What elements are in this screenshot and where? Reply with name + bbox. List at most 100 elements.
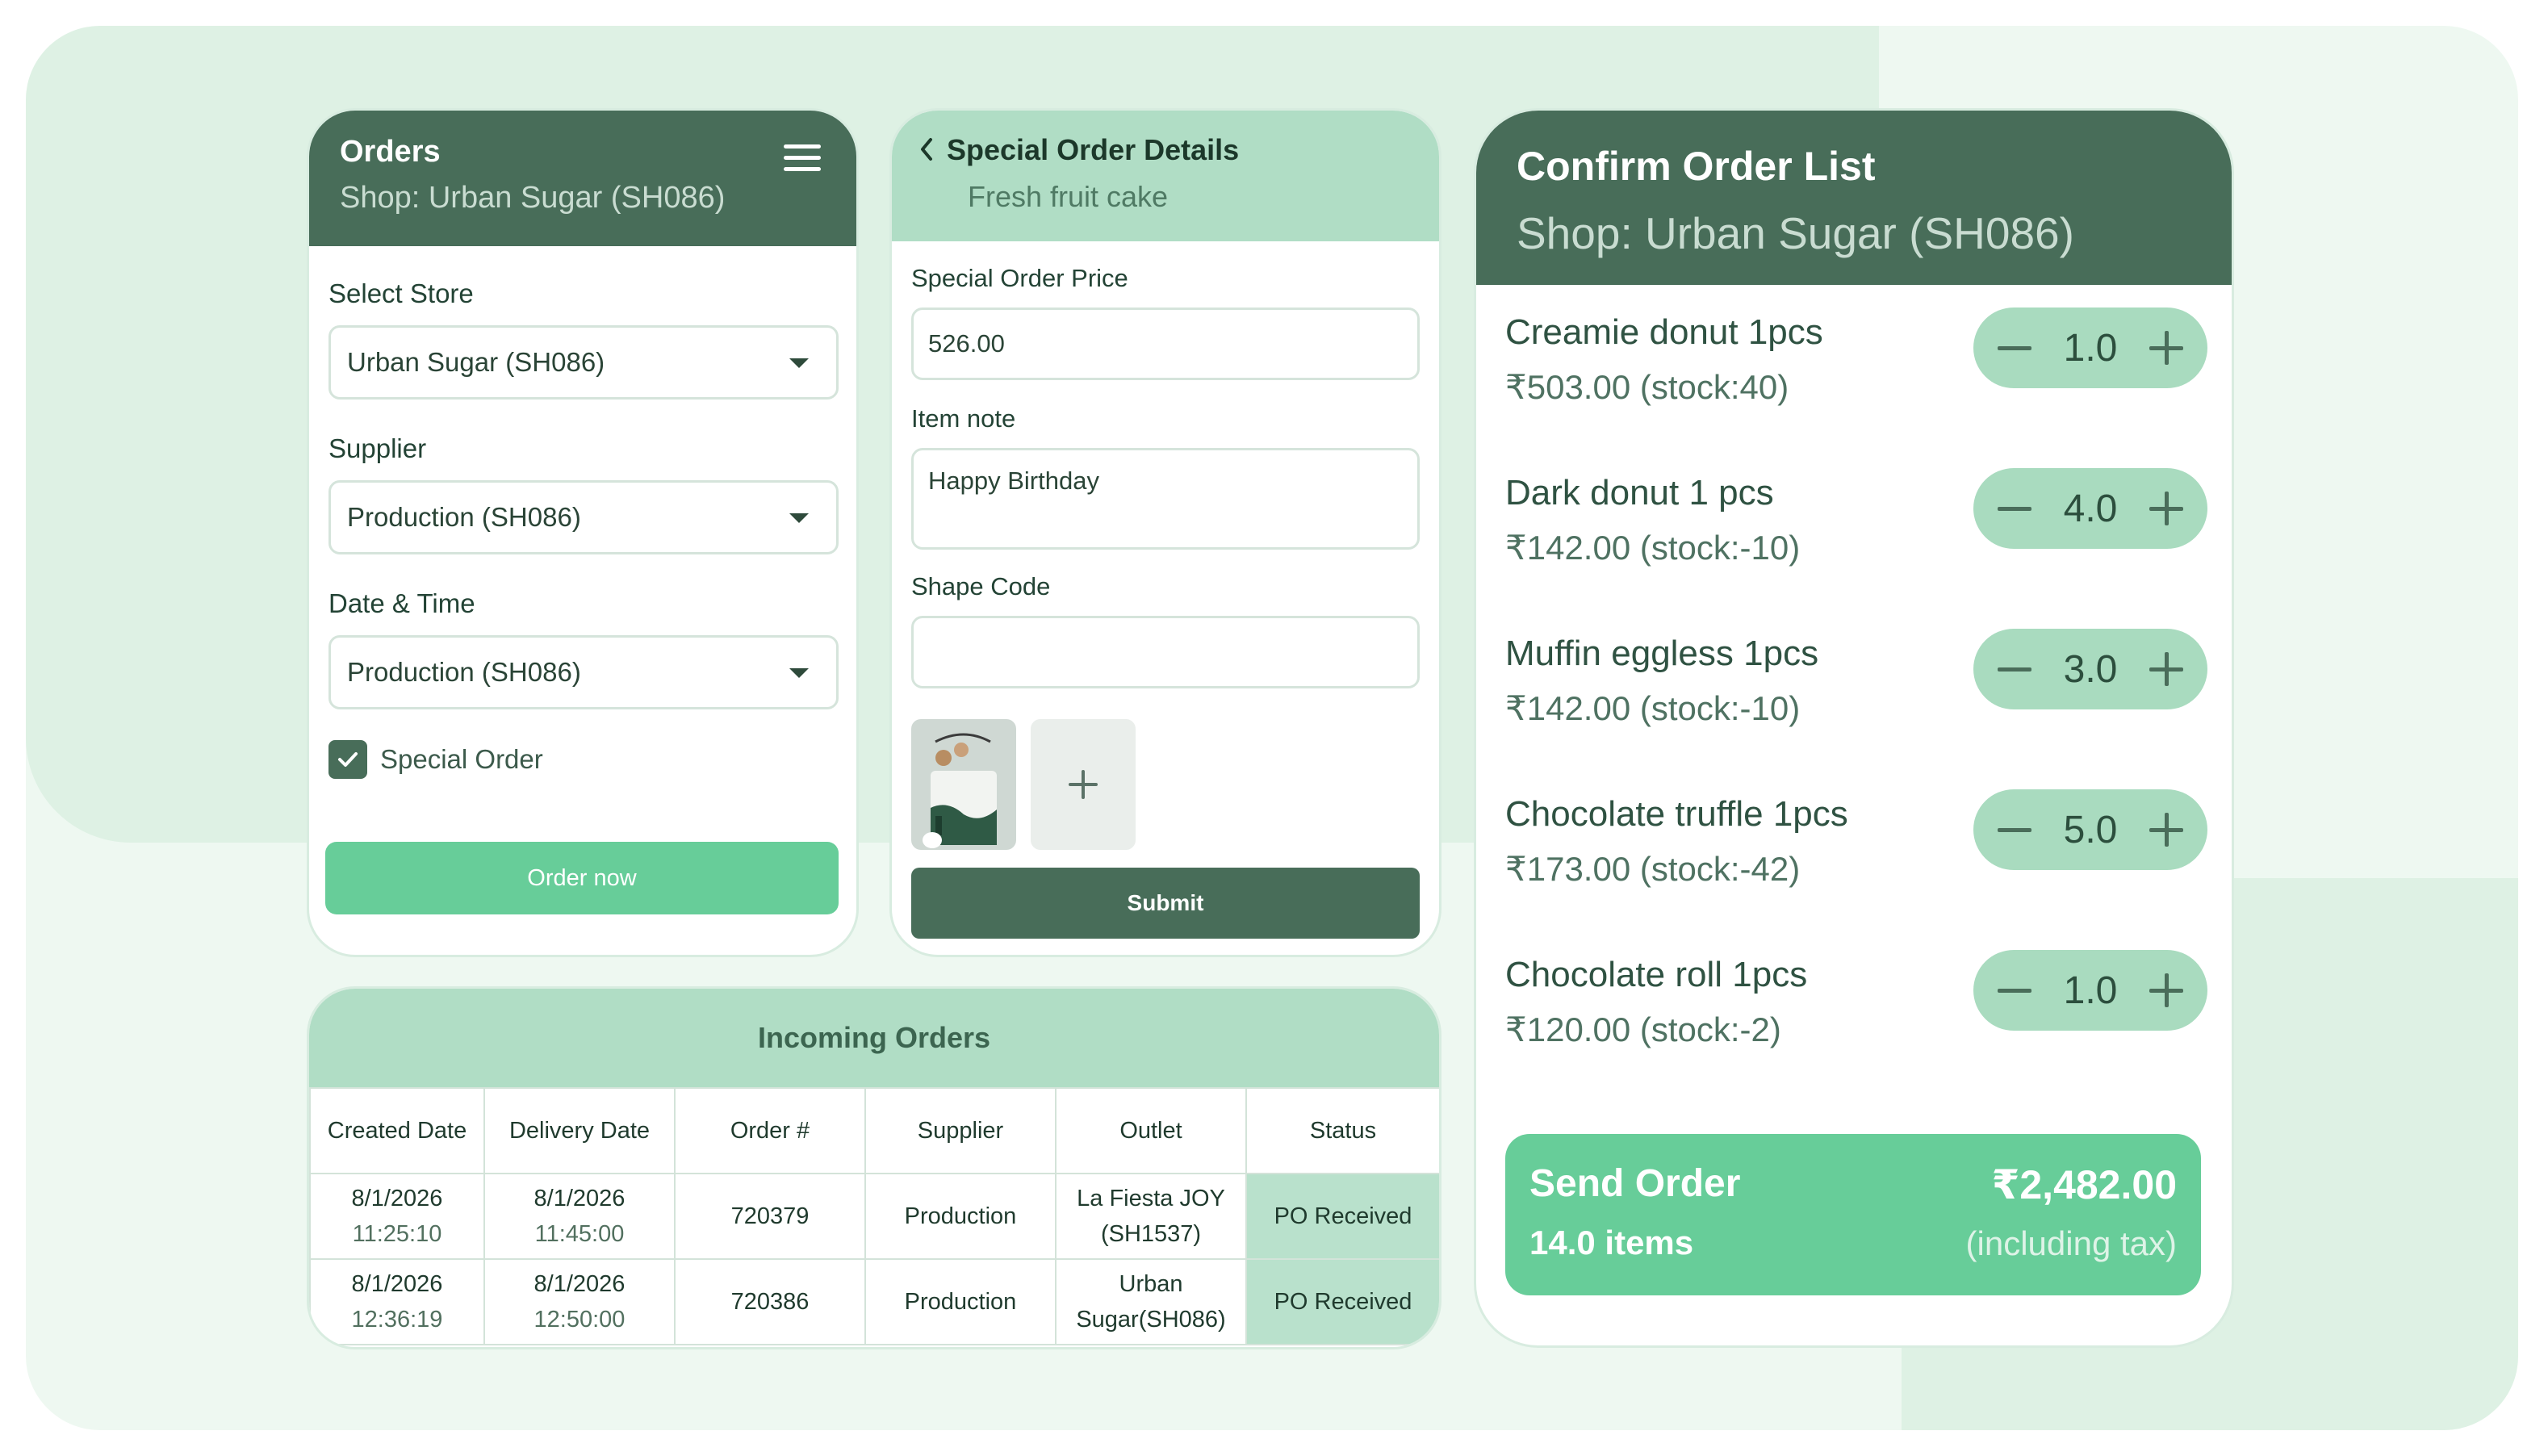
created-date: 8/1/2026 xyxy=(351,1271,443,1297)
item-quantity[interactable]: 3.0 xyxy=(2064,647,2118,692)
status-badge: PO Received xyxy=(1245,1258,1439,1345)
supplier-select-value: Production (SH086) xyxy=(347,502,581,532)
store-select[interactable]: Urban Sugar (SH086) xyxy=(328,325,839,400)
quantity-stepper: 1.0 xyxy=(1973,950,2207,1031)
confirm-order-card: Confirm Order List Shop: Urban Sugar (SH… xyxy=(1474,108,2234,1348)
plus-icon[interactable] xyxy=(2146,488,2186,529)
minus-icon[interactable] xyxy=(1994,328,2035,368)
minus-icon[interactable] xyxy=(1994,970,2035,1010)
list-item: Dark donut 1 pcs ₹142.00 (stock:-10) 4.0 xyxy=(1505,468,2207,570)
item-quantity[interactable]: 5.0 xyxy=(2064,808,2118,852)
delivery-date-cell: 8/1/2026 11:45:00 xyxy=(483,1173,676,1260)
send-order-button[interactable]: Send Order 14.0 items ₹2,482.00 (includi… xyxy=(1505,1134,2201,1295)
shape-code-input[interactable] xyxy=(911,616,1420,688)
item-quantity[interactable]: 1.0 xyxy=(2064,969,2118,1013)
column-header[interactable]: Created Date xyxy=(309,1087,485,1174)
column-header[interactable]: Supplier xyxy=(864,1087,1057,1174)
supplier-cell: Production xyxy=(864,1258,1057,1345)
special-order-header: Special Order Details Fresh fruit cake xyxy=(892,111,1439,241)
incoming-orders-title: Incoming Orders xyxy=(309,989,1439,1087)
back-chevron-icon[interactable] xyxy=(914,133,939,165)
table-header-row: Created Date Delivery Date Order # Suppl… xyxy=(309,1087,1439,1174)
quantity-stepper: 3.0 xyxy=(1973,629,2207,709)
note-input-value: Happy Birthday xyxy=(928,467,1099,495)
item-quantity[interactable]: 1.0 xyxy=(2064,326,2118,370)
plus-icon[interactable] xyxy=(2146,328,2186,368)
quantity-stepper: 1.0 xyxy=(1973,308,2207,388)
submit-button[interactable]: Submit xyxy=(911,868,1420,939)
minus-icon[interactable] xyxy=(1994,810,2035,850)
delivery-time: 11:45:00 xyxy=(534,1221,625,1247)
table-row[interactable]: 8/1/2026 12:36:19 8/1/2026 12:50:00 7203… xyxy=(309,1258,1439,1345)
shape-code-label: Shape Code xyxy=(911,572,1051,600)
plus-icon[interactable] xyxy=(2146,970,2186,1010)
supplier-label: Supplier xyxy=(328,433,427,463)
outlet-cell: Urban Sugar(SH086) xyxy=(1055,1258,1247,1345)
orders-shop-label: Shop: Urban Sugar (SH086) xyxy=(340,181,726,215)
special-order-row: Special Order xyxy=(328,740,839,779)
special-order-title: Special Order Details xyxy=(947,133,1240,166)
order-now-button[interactable]: Order now xyxy=(325,842,839,914)
note-input[interactable]: Happy Birthday xyxy=(911,448,1420,550)
price-input[interactable]: 526.00 xyxy=(911,308,1420,380)
price-label: Special Order Price xyxy=(911,264,1128,292)
quantity-stepper: 4.0 xyxy=(1973,468,2207,549)
store-select-value: Urban Sugar (SH086) xyxy=(347,347,605,377)
add-image-button[interactable] xyxy=(1031,719,1136,850)
column-header[interactable]: Delivery Date xyxy=(483,1087,676,1174)
datetime-select-value: Production (SH086) xyxy=(347,657,581,687)
delivery-date: 8/1/2026 xyxy=(533,1271,626,1297)
datetime-select[interactable]: Production (SH086) xyxy=(328,635,839,709)
outlet-name: La Fiesta JOY xyxy=(1077,1186,1225,1211)
column-header[interactable]: Order # xyxy=(674,1087,866,1174)
outlet-name: Urban xyxy=(1119,1271,1183,1297)
created-date: 8/1/2026 xyxy=(351,1186,443,1211)
supplier-select[interactable]: Production (SH086) xyxy=(328,480,839,554)
plus-icon[interactable] xyxy=(2146,649,2186,689)
column-header[interactable]: Status xyxy=(1245,1087,1439,1174)
chevron-down-icon xyxy=(789,668,809,678)
tax-note: (including tax) xyxy=(1965,1224,2177,1262)
plus-icon[interactable] xyxy=(2146,810,2186,850)
minus-icon[interactable] xyxy=(1994,649,2035,689)
supplier-cell: Production xyxy=(864,1173,1057,1260)
table-row[interactable]: 8/1/2026 11:25:10 8/1/2026 11:45:00 7203… xyxy=(309,1173,1439,1260)
chevron-down-icon xyxy=(789,513,809,523)
plus-icon xyxy=(1069,770,1098,799)
incoming-orders-table: Created Date Delivery Date Order # Suppl… xyxy=(309,1087,1439,1345)
chevron-down-icon xyxy=(789,358,809,368)
list-item: Chocolate truffle 1pcs ₹173.00 (stock:-4… xyxy=(1505,789,2207,891)
minus-icon[interactable] xyxy=(1994,488,2035,529)
datetime-label: Date & Time xyxy=(328,588,475,618)
incoming-orders-card: Incoming Orders Created Date Delivery Da… xyxy=(307,986,1441,1349)
order-total: ₹2,482.00 xyxy=(1991,1162,2177,1207)
special-order-checkbox[interactable] xyxy=(328,740,367,779)
created-date-cell: 8/1/2026 11:25:10 xyxy=(309,1173,485,1260)
order-number-cell: 720386 xyxy=(674,1258,866,1345)
list-item: Muffin eggless 1pcs ₹142.00 (stock:-10) … xyxy=(1505,629,2207,730)
special-order-label: Special Order xyxy=(380,744,543,774)
note-label: Item note xyxy=(911,404,1016,433)
image-row xyxy=(911,719,1420,850)
orders-header: Orders Shop: Urban Sugar (SH086) xyxy=(309,111,856,246)
column-header[interactable]: Outlet xyxy=(1055,1087,1247,1174)
orders-card: Orders Shop: Urban Sugar (SH086) Select … xyxy=(307,108,859,957)
confirm-order-title: Confirm Order List xyxy=(1517,144,1876,189)
outlet-code: Sugar(SH086) xyxy=(1076,1307,1226,1333)
menu-icon[interactable] xyxy=(784,144,821,172)
delivery-time: 12:50:00 xyxy=(533,1307,626,1333)
created-time: 11:25:10 xyxy=(352,1221,442,1247)
list-item: Creamie donut 1pcs ₹503.00 (stock:40) 1.… xyxy=(1505,308,2207,409)
quantity-stepper: 5.0 xyxy=(1973,789,2207,870)
outlet-cell: La Fiesta JOY (SH1537) xyxy=(1055,1173,1247,1260)
status-badge: PO Received xyxy=(1245,1173,1439,1260)
cake-image-thumbnail[interactable] xyxy=(911,719,1016,850)
order-number-cell: 720379 xyxy=(674,1173,866,1260)
created-time: 12:36:19 xyxy=(351,1307,443,1333)
item-quantity[interactable]: 4.0 xyxy=(2064,487,2118,531)
confirm-order-shop: Shop: Urban Sugar (SH086) xyxy=(1517,208,2074,258)
delivery-date-cell: 8/1/2026 12:50:00 xyxy=(483,1258,676,1345)
orders-title: Orders xyxy=(340,135,441,169)
confirm-order-header: Confirm Order List Shop: Urban Sugar (SH… xyxy=(1476,111,2232,285)
outlet-code: (SH1537) xyxy=(1100,1221,1202,1247)
